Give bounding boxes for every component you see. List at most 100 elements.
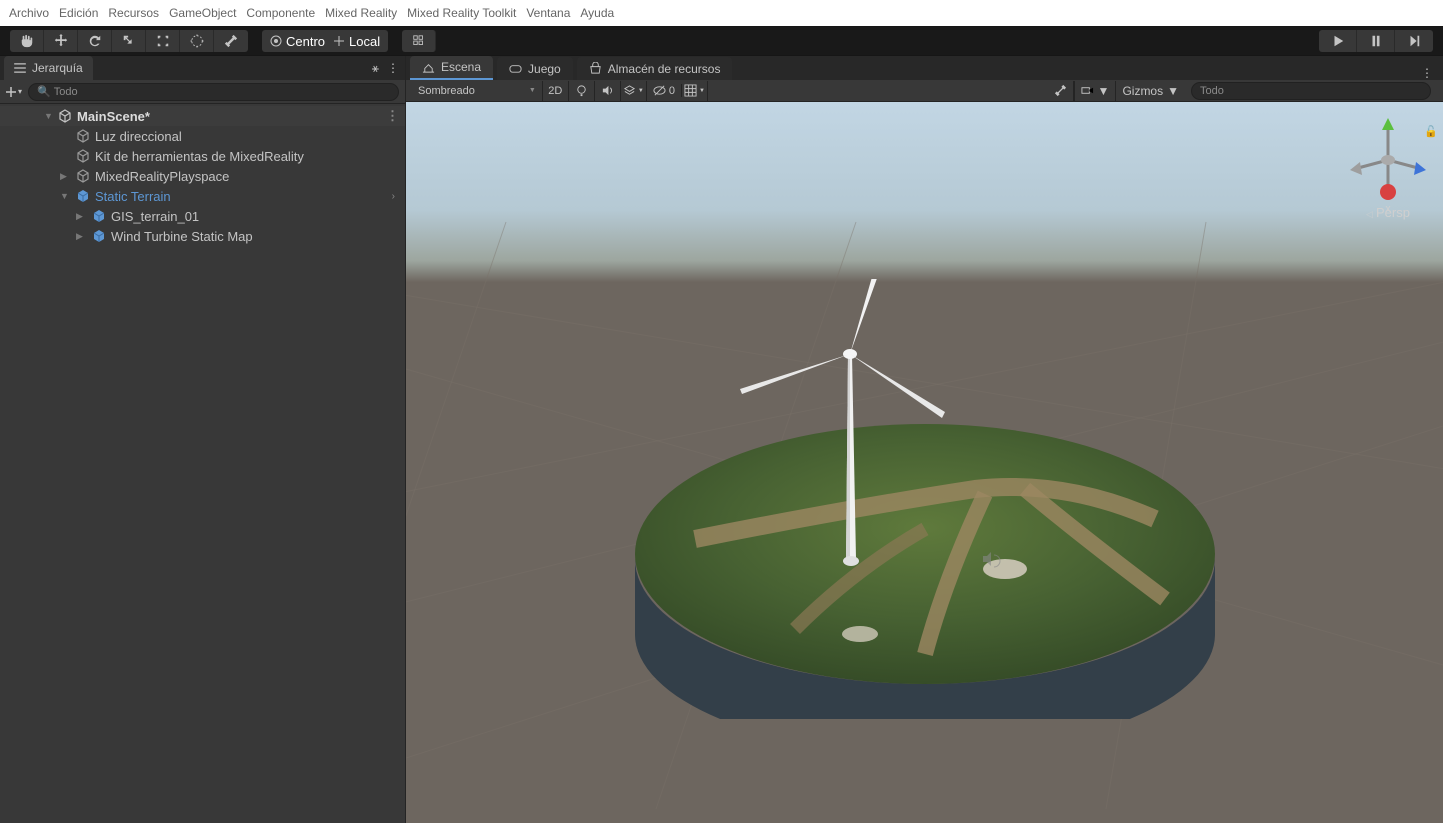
camera-projection-label[interactable]: ◁Persp — [1343, 205, 1433, 220]
gizmos-dropdown[interactable]: Gizmos▼ — [1115, 81, 1185, 101]
rotate-icon — [88, 34, 102, 48]
hidden-count-value: 0 — [669, 85, 675, 97]
tools-dropdown-button[interactable] — [1048, 81, 1074, 101]
speaker-icon — [601, 84, 614, 97]
menu-item[interactable]: Edición — [54, 6, 103, 20]
shading-label: Sombreado — [418, 85, 475, 97]
rect-icon — [156, 34, 170, 48]
lock-icon[interactable]: 🔓 — [1424, 125, 1438, 138]
audio-toggle-button[interactable] — [595, 81, 621, 101]
menu-item[interactable]: GameObject — [164, 6, 241, 20]
arrow-icon[interactable]: ▶ — [76, 211, 86, 222]
tab-label: Escena — [441, 60, 481, 74]
scene-search-input[interactable]: Todo — [1191, 82, 1431, 100]
rotate-tool-button[interactable] — [78, 30, 112, 52]
camera-icon — [1081, 84, 1094, 97]
tab-label: Almacén de recursos — [608, 62, 721, 76]
eye-off-icon — [653, 84, 666, 97]
hierarchy-search-input[interactable]: 🔍 Todo — [28, 83, 399, 101]
step-button[interactable] — [1395, 30, 1433, 52]
list-icon — [14, 63, 26, 73]
arrow-icon[interactable]: ▶ — [60, 171, 70, 182]
hand-tool-button[interactable] — [10, 30, 44, 52]
hierarchy-search-row: ▾ 🔍 Todo — [0, 80, 405, 104]
chevron-down-icon: ▼ — [1098, 84, 1110, 98]
tab-label: Juego — [528, 62, 561, 76]
scene-viewport[interactable]: x 🔓 ◁Persp — [406, 102, 1443, 823]
lighting-toggle-button[interactable] — [569, 81, 595, 101]
2d-toggle-button[interactable]: 2D — [543, 81, 569, 101]
hierarchy-item[interactable]: ▶MixedRealityPlayspace — [0, 166, 405, 186]
search-placeholder: Todo — [1200, 85, 1224, 97]
arrow-icon[interactable]: ▼ — [60, 191, 70, 201]
chevron-down-icon: ▼ — [1167, 84, 1179, 98]
hierarchy-item[interactable]: Kit de herramientas de MixedReality — [0, 146, 405, 166]
axis-icon — [333, 35, 345, 47]
menu-item[interactable]: Ayuda — [575, 6, 619, 20]
menu-item[interactable]: Mixed Reality — [320, 6, 402, 20]
move-tool-button[interactable] — [44, 30, 78, 52]
menu-item[interactable]: Ventana — [521, 6, 575, 20]
hierarchy-item[interactable]: ▼Static Terrain› — [0, 186, 405, 206]
kebab-icon[interactable]: ⋮ — [386, 108, 399, 124]
snap-button[interactable] — [402, 30, 436, 52]
terrain-object — [595, 279, 1255, 719]
grid-toggle-button[interactable]: ▼ — [682, 81, 708, 101]
menu-item[interactable]: Mixed Reality Toolkit — [402, 6, 521, 20]
pivot-mode-label: Centro — [286, 34, 325, 49]
kebab-icon[interactable]: ⋮ — [1421, 66, 1443, 80]
scene-toolbar: Sombreado ▼ 2D ▼ 0 ▼ ▼ Gizmos▼ Todo — [406, 80, 1443, 102]
chevron-right-icon[interactable]: › — [392, 191, 395, 202]
arrow-icon[interactable]: ▶ — [76, 231, 86, 242]
tab-game[interactable]: Juego — [497, 57, 573, 80]
hidden-objects-indicator[interactable]: 0 — [647, 84, 682, 97]
kebab-icon[interactable]: ⋮ — [387, 61, 399, 76]
plus-icon — [6, 87, 16, 97]
menu-item[interactable]: Componente — [241, 6, 320, 20]
add-object-button[interactable]: ▾ — [6, 87, 22, 97]
bulb-icon — [575, 84, 588, 97]
hierarchy-tab-actions: ⚹ ⋮ — [372, 61, 405, 76]
arrow-icon[interactable]: ▼ — [44, 111, 54, 121]
hierarchy-tabs: Jerarquía ⚹ ⋮ — [0, 56, 405, 80]
hierarchy-item[interactable]: ▶ GIS_terrain_01 — [0, 206, 405, 226]
pivot-mode-button[interactable]: Centro Local — [262, 30, 388, 52]
search-placeholder: Todo — [54, 86, 78, 98]
hierarchy-item[interactable]: Luz direccional — [0, 126, 405, 146]
transform-tool-button[interactable] — [180, 30, 214, 52]
menu-item[interactable]: Archivo — [4, 6, 54, 20]
hierarchy-item-label: Kit de herramientas de MixedReality — [95, 149, 304, 164]
hierarchy-item[interactable]: ▶Wind Turbine Static Map — [0, 226, 405, 246]
pivot-icon — [270, 35, 282, 47]
effects-toggle-button[interactable]: ▼ — [621, 81, 647, 101]
scene-toolbar-right: ▼ Gizmos▼ Todo — [1048, 81, 1437, 101]
chevron-down-icon: ▼ — [699, 88, 705, 94]
move-icon — [54, 34, 68, 48]
play-button[interactable] — [1319, 30, 1357, 52]
hierarchy-tab[interactable]: Jerarquía — [4, 56, 93, 80]
pivot-space-label: Local — [349, 34, 380, 49]
tab-scene[interactable]: Escena — [410, 56, 493, 80]
store-icon — [589, 62, 602, 75]
rect-tool-button[interactable] — [146, 30, 180, 52]
lock-icon[interactable]: ⚹ — [372, 61, 379, 76]
hierarchy-item-label: GIS_terrain_01 — [111, 209, 199, 224]
scene-icon — [422, 61, 435, 74]
scale-icon — [122, 34, 136, 48]
main-toolbar: Centro Local — [0, 26, 1443, 56]
gamepad-icon — [509, 62, 522, 75]
menu-item[interactable]: Recursos — [103, 6, 164, 20]
custom-tool-button[interactable] — [214, 30, 248, 52]
tab-asset-store[interactable]: Almacén de recursos — [577, 57, 733, 80]
menubar: Archivo Edición Recursos GameObject Comp… — [0, 0, 1443, 26]
pause-button[interactable] — [1357, 30, 1395, 52]
scale-tool-button[interactable] — [112, 30, 146, 52]
transform-icon — [190, 34, 204, 48]
camera-dropdown[interactable]: ▼ — [1074, 81, 1116, 101]
chevron-down-icon: ▼ — [529, 87, 536, 94]
shading-dropdown[interactable]: Sombreado ▼ — [412, 81, 543, 101]
pause-icon — [1369, 34, 1383, 48]
scene-root-row[interactable]: ▼ MainScene* ⋮ — [0, 106, 405, 126]
scene-label: MainScene* — [77, 109, 150, 124]
transform-tool-group — [10, 30, 248, 52]
